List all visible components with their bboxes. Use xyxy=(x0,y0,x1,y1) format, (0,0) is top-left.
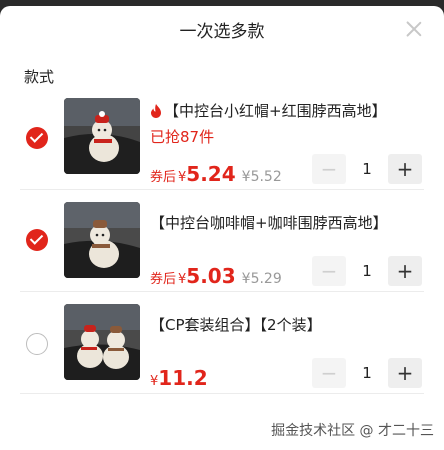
quantity-stepper: − 1 + xyxy=(312,256,422,286)
original-price: ¥5.52 xyxy=(241,169,282,185)
quantity-value[interactable]: 1 xyxy=(346,262,388,280)
price-row: 券后 ¥ 5.24 ¥5.52 xyxy=(150,162,282,186)
currency-symbol: ¥ xyxy=(150,374,159,389)
product-name: 【CP套装组合】【2个装】 xyxy=(150,316,322,334)
close-icon[interactable] xyxy=(404,19,424,39)
price-row: 券后 ¥ 5.03 ¥5.29 xyxy=(150,264,282,288)
increase-button[interactable]: + xyxy=(388,358,422,388)
product-option-item[interactable]: 【中控台小红帽+红围脖西高地】 已抢87件 券后 ¥ 5.24 ¥5.52 − … xyxy=(0,88,444,190)
original-price: ¥5.29 xyxy=(241,271,282,287)
quantity-value[interactable]: 1 xyxy=(346,160,388,178)
unchecked-radio-icon[interactable] xyxy=(26,333,48,355)
select-styles-sheet: 一次选多款 款式 【中控台小红帽+红围脖西高地】 已抢87件 券后 ¥ 5.24… xyxy=(0,6,444,450)
product-thumbnail xyxy=(64,202,140,278)
quantity-value[interactable]: 1 xyxy=(346,364,388,382)
currency-symbol: ¥ xyxy=(178,272,187,287)
checked-radio-icon[interactable] xyxy=(26,229,48,251)
flame-icon xyxy=(151,103,161,118)
quantity-stepper: − 1 + xyxy=(312,154,422,184)
product-thumbnail xyxy=(64,304,140,380)
price: 5.03 xyxy=(186,264,236,288)
coupon-label: 券后 xyxy=(150,272,177,287)
decrease-button[interactable]: − xyxy=(312,358,346,388)
checked-radio-icon[interactable] xyxy=(26,127,48,149)
decrease-button[interactable]: − xyxy=(312,154,346,184)
sheet-header: 一次选多款 xyxy=(0,6,444,52)
section-label: 款式 xyxy=(24,68,55,86)
increase-button[interactable]: + xyxy=(388,154,422,184)
price-row: ¥ 11.2 xyxy=(150,366,214,390)
product-name: 【中控台小红帽+红围脖西高地】 xyxy=(150,100,387,121)
quantity-stepper: − 1 + xyxy=(312,358,422,388)
product-thumbnail xyxy=(64,98,140,174)
product-name-text: 【中控台小红帽+红围脖西高地】 xyxy=(164,102,387,120)
product-option-item[interactable]: 【中控台咖啡帽+咖啡围脖西高地】 券后 ¥ 5.03 ¥5.29 − 1 + xyxy=(0,190,444,292)
coupon-label: 券后 xyxy=(150,170,177,185)
product-name: 【中控台咖啡帽+咖啡围脖西高地】 xyxy=(150,214,388,232)
sold-count: 已抢87件 xyxy=(150,128,215,146)
watermark: 掘金技术社区 @ 才二十三 xyxy=(271,423,434,439)
decrease-button[interactable]: − xyxy=(312,256,346,286)
price: 5.24 xyxy=(186,162,236,186)
sheet-title: 一次选多款 xyxy=(179,21,265,42)
currency-symbol: ¥ xyxy=(178,170,187,185)
increase-button[interactable]: + xyxy=(388,256,422,286)
product-option-item[interactable]: 【CP套装组合】【2个装】 ¥ 11.2 − 1 + xyxy=(0,292,444,394)
price: 11.2 xyxy=(158,366,208,390)
